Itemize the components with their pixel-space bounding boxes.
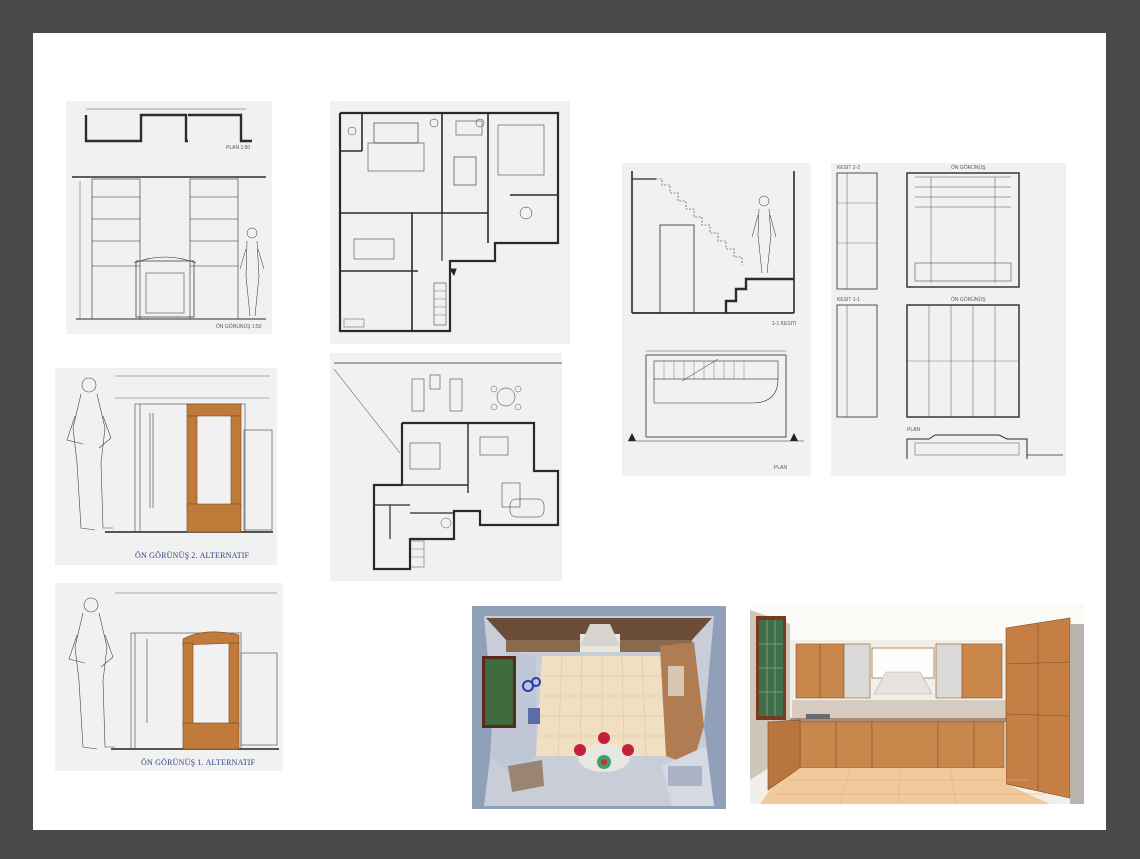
cabinet-label-section-1: KESIT 1-1 (837, 297, 860, 303)
front-view-alt2-caption: ÖN GÖRÜNÜŞ 2. ALTERNATIF (135, 551, 250, 560)
cabinet-label-front-bottom: ÖN GÖRÜNÜŞ (951, 297, 986, 303)
kitchen-top-view-svg (472, 606, 726, 809)
floor-plan-upper-svg (338, 111, 560, 333)
cabinet-label-plan: PLAN (907, 427, 921, 433)
kitchen-perspective-svg (750, 604, 1084, 804)
front-view-alt1-drawing: ÖN GÖRÜNÜŞ 1. ALTERNATIF (55, 583, 283, 771)
front-view-alt2-svg (66, 375, 273, 533)
plan-scale-label: PLAN 1:50 (226, 145, 251, 151)
cabinet-label-section-2: KESIT 2-2 (837, 165, 860, 171)
front-view-alt2-drawing: ÖN GÖRÜNÜŞ 2. ALTERNATIF (55, 368, 277, 565)
elevation-scale-label: ÖN GÖRÜNÜŞ 1:50 (216, 324, 262, 330)
presentation-sheet: PLAN 1:50 ÖN GÖRÜNÜŞ 1:50 ÖN GÖRÜNÜŞ 2. (33, 33, 1106, 830)
stair-section-label: 1-1 KESITI (772, 321, 797, 327)
floor-plan-lower-svg (333, 362, 562, 571)
kitchen-perspective-render (750, 604, 1084, 804)
floor-plan-lower-drawing (330, 353, 562, 581)
cabinet-detail-svg (836, 172, 1063, 459)
stair-section-plan-svg (628, 171, 804, 442)
stair-plan-label: PLAN (774, 465, 788, 471)
kitchen-top-view-render (472, 606, 726, 809)
cabinet-detail-drawing: KESIT 2-2 ÖN GÖRÜNÜŞ KESIT 1-1 ÖN GÖRÜNÜ… (831, 163, 1066, 476)
floor-plan-upper-drawing (330, 101, 570, 344)
front-view-alt1-svg (68, 592, 279, 750)
fireplace-plan-elevation-drawing: PLAN 1:50 ÖN GÖRÜNÜŞ 1:50 (66, 101, 272, 334)
fireplace-plan-elevation-svg (72, 108, 266, 320)
stair-section-plan-drawing: 1-1 KESITI PLAN (622, 163, 811, 476)
cabinet-label-front-top: ÖN GÖRÜNÜŞ (951, 165, 986, 171)
front-view-alt1-caption: ÖN GÖRÜNÜŞ 1. ALTERNATIF (141, 758, 256, 767)
